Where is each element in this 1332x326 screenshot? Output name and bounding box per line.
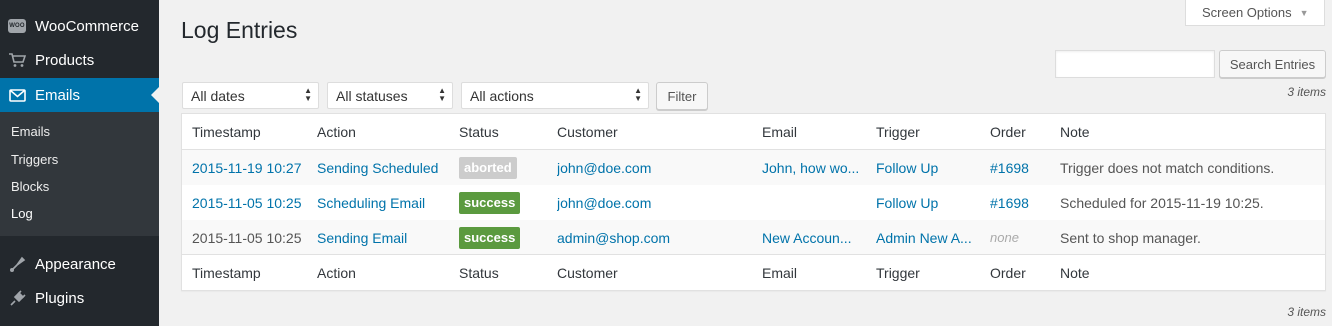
- order-none-text: none: [990, 230, 1019, 245]
- email-link[interactable]: John, how wo...: [762, 150, 859, 185]
- table-row: 2015-11-05 10:25 Sending Email success a…: [182, 220, 1325, 255]
- column-header-note[interactable]: Note: [1060, 114, 1090, 149]
- brush-icon: [8, 255, 26, 273]
- select-arrows-icon: ▲ ▼: [304, 86, 312, 103]
- column-header-email[interactable]: Email: [762, 114, 797, 149]
- timestamp-link[interactable]: 2015-11-19 10:27: [192, 150, 302, 185]
- select-arrows-icon: ▲ ▼: [634, 86, 642, 103]
- log-entries-table: Timestamp Action Status Customer Email T…: [181, 113, 1326, 291]
- column-footer-order[interactable]: Order: [990, 255, 1026, 290]
- woo-icon: WOO: [8, 17, 26, 35]
- status-cell: success: [459, 185, 521, 220]
- emails-submenu: Emails Triggers Blocks Log: [0, 112, 159, 236]
- column-header-order[interactable]: Order: [990, 114, 1026, 149]
- caret-down-icon: ▼: [1299, 7, 1309, 18]
- menu-label: WooCommerce: [35, 17, 139, 35]
- column-header-customer[interactable]: Customer: [557, 114, 618, 149]
- actions-select[interactable]: All actions ▲ ▼: [461, 82, 649, 109]
- cart-icon: [8, 51, 26, 69]
- submenu-blocks[interactable]: Blocks: [11, 179, 49, 194]
- statuses-select[interactable]: All statuses ▲ ▼: [327, 82, 453, 109]
- screen-options-button[interactable]: Screen Options ▼: [1185, 0, 1325, 26]
- plugin-icon: [8, 289, 26, 307]
- customer-link[interactable]: john@doe.com: [557, 150, 651, 185]
- menu-label: Emails: [35, 86, 81, 104]
- status-cell: success: [459, 220, 521, 255]
- admin-sidebar: WOO WooCommerce Products Emails Emails T…: [0, 0, 159, 326]
- menu-emails[interactable]: Emails: [0, 78, 159, 112]
- column-header-trigger[interactable]: Trigger: [876, 114, 920, 149]
- page-title: Log Entries: [181, 17, 298, 43]
- statuses-select-value: All statuses: [336, 87, 408, 104]
- customer-link[interactable]: john@doe.com: [557, 185, 651, 220]
- menu-plugins[interactable]: Plugins: [0, 281, 159, 315]
- note-text: Scheduled for 2015-11-19 10:25.: [1060, 194, 1264, 211]
- status-badge: success: [459, 191, 521, 214]
- table-row: 2015-11-05 10:25 Scheduling Email succes…: [182, 185, 1325, 220]
- column-footer-note[interactable]: Note: [1060, 255, 1090, 290]
- column-footer-trigger[interactable]: Trigger: [876, 255, 920, 290]
- status-badge: aborted: [459, 156, 517, 179]
- menu-label: Plugins: [35, 289, 85, 307]
- table-header-row: Timestamp Action Status Customer Email T…: [182, 114, 1325, 150]
- action-link[interactable]: Sending Scheduled: [317, 150, 438, 185]
- order-link[interactable]: #1698: [990, 150, 1029, 185]
- column-header-timestamp[interactable]: Timestamp: [192, 114, 261, 149]
- filter-button[interactable]: Filter: [656, 82, 708, 110]
- column-footer-timestamp[interactable]: Timestamp: [192, 255, 261, 290]
- submenu-triggers[interactable]: Triggers: [11, 152, 58, 167]
- status-cell: aborted: [459, 150, 517, 185]
- action-link[interactable]: Sending Email: [317, 220, 407, 255]
- items-count: 3 items: [1287, 85, 1326, 99]
- column-footer-status[interactable]: Status: [459, 255, 499, 290]
- menu-appearance[interactable]: Appearance: [0, 247, 159, 281]
- dates-select-value: All dates: [191, 87, 245, 104]
- note-text: Sent to shop manager.: [1060, 229, 1201, 246]
- email-link[interactable]: New Accoun...: [762, 220, 852, 255]
- action-link[interactable]: Scheduling Email: [317, 185, 425, 220]
- search-entries-button[interactable]: Search Entries: [1219, 50, 1326, 78]
- column-footer-customer[interactable]: Customer: [557, 255, 618, 290]
- customer-link[interactable]: admin@shop.com: [557, 220, 670, 255]
- submenu-emails[interactable]: Emails: [11, 124, 50, 139]
- column-header-status[interactable]: Status: [459, 114, 499, 149]
- status-badge: success: [459, 226, 521, 249]
- actions-select-value: All actions: [470, 87, 534, 104]
- column-footer-action[interactable]: Action: [317, 255, 356, 290]
- trigger-link[interactable]: Follow Up: [876, 185, 938, 220]
- search-input[interactable]: [1055, 50, 1215, 78]
- column-footer-email[interactable]: Email: [762, 255, 797, 290]
- timestamp-text: 2015-11-05 10:25: [192, 229, 302, 246]
- items-count-bottom: 3 items: [1287, 305, 1326, 319]
- trigger-link[interactable]: Follow Up: [876, 150, 938, 185]
- screen-options-label: Screen Options: [1202, 5, 1292, 20]
- table-footer-row: Timestamp Action Status Customer Email T…: [182, 254, 1325, 290]
- timestamp-link[interactable]: 2015-11-05 10:25: [192, 185, 302, 220]
- column-header-action[interactable]: Action: [317, 114, 356, 149]
- order-link[interactable]: #1698: [990, 185, 1029, 220]
- note-text: Trigger does not match conditions.: [1060, 159, 1275, 176]
- menu-label: Appearance: [35, 255, 116, 273]
- select-arrows-icon: ▲ ▼: [438, 86, 446, 103]
- menu-label: Products: [35, 51, 95, 69]
- menu-woocommerce[interactable]: WOO WooCommerce: [0, 9, 159, 43]
- menu-products[interactable]: Products: [0, 43, 159, 77]
- dates-select[interactable]: All dates ▲ ▼: [182, 82, 319, 109]
- envelope-icon: [8, 86, 26, 104]
- table-row: 2015-11-19 10:27 Sending Scheduled abort…: [182, 150, 1325, 185]
- submenu-log[interactable]: Log: [11, 206, 33, 221]
- trigger-link[interactable]: Admin New A...: [876, 220, 972, 255]
